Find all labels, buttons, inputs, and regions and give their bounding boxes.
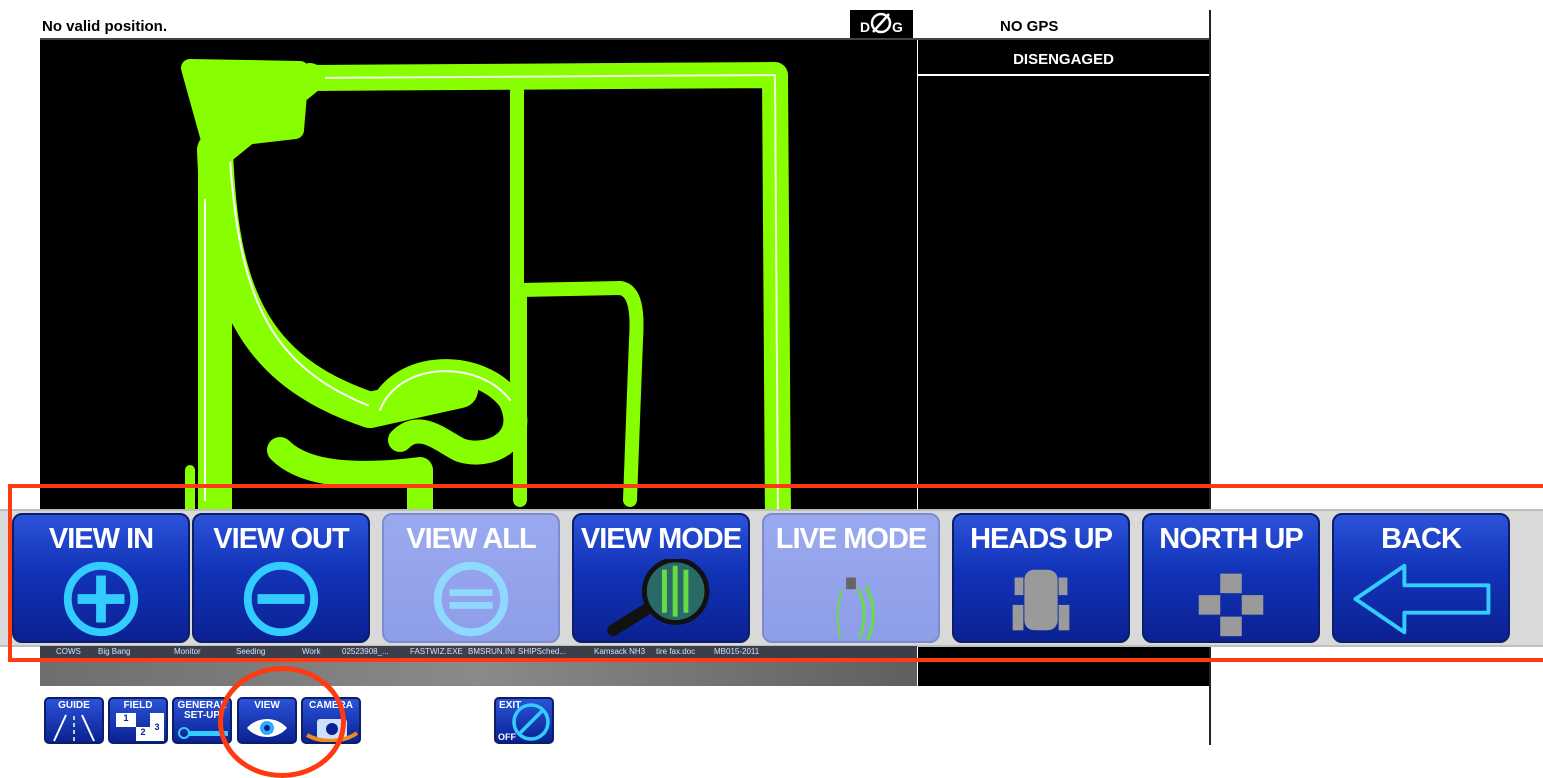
dgps-status-icon: D G xyxy=(850,10,913,38)
desktop-background xyxy=(40,660,917,686)
field-label: FIELD xyxy=(123,700,153,711)
field-digit-1: 1 xyxy=(116,713,136,727)
field-digit-2: 2 xyxy=(136,727,150,741)
gps-status: NO GPS xyxy=(1000,18,1059,35)
engage-status: DISENGAGED xyxy=(918,44,1209,76)
field-button[interactable]: FIELD 1 2 3 xyxy=(108,697,168,744)
guide-label: GUIDE xyxy=(58,700,90,711)
svg-text:G: G xyxy=(892,19,903,35)
position-status: No valid position. xyxy=(42,18,168,35)
field-digit-3: 3 xyxy=(150,713,164,741)
view-button-circle-annotation xyxy=(218,666,346,778)
svg-text:D: D xyxy=(860,19,870,35)
no-entry-icon xyxy=(512,703,550,741)
guide-button[interactable]: GUIDE xyxy=(44,697,104,744)
guide-lines-icon xyxy=(53,714,95,742)
exit-button[interactable]: EXIT OFF xyxy=(494,697,554,744)
toolbar-highlight-annotation xyxy=(8,484,1543,662)
